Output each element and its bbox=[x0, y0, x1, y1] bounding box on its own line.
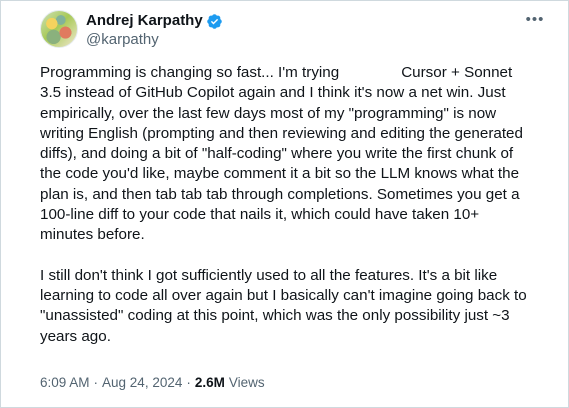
verified-badge-icon bbox=[206, 13, 222, 29]
tweet-line-text: Programming is changing so fast... I'm t… bbox=[40, 64, 340, 81]
tweet-line: 100-line diff to your code that nails it… bbox=[40, 206, 480, 224]
tweet-paragraph-1: Programming is changing so fast... I'm t… bbox=[40, 63, 540, 246]
tweet-line: plan is, and then tab tab tab through co… bbox=[40, 185, 520, 203]
tweet-card: Andrej Karpathy @karpathy ••• Programmin… bbox=[0, 0, 569, 408]
tweet-line: years ago. bbox=[40, 327, 111, 345]
tweet-line: the code you'd like, maybe comment it a … bbox=[40, 165, 520, 183]
tweet-date[interactable]: Aug 24, 2024 bbox=[102, 375, 182, 390]
tweet-text: Programming is changing so fast... I'm t… bbox=[40, 63, 540, 347]
tweet-header: Andrej Karpathy @karpathy bbox=[40, 10, 223, 49]
tweet-line: minutes before. bbox=[40, 226, 145, 244]
avatar[interactable] bbox=[40, 10, 78, 48]
tweet-line: empirically, over the last few days most… bbox=[40, 104, 497, 122]
tweet-paragraph-2: I still don't think I got sufficiently u… bbox=[40, 266, 540, 347]
author-display-name[interactable]: Andrej Karpathy bbox=[86, 12, 203, 30]
tweet-meta: 6:09 AM · Aug 24, 2024 · 2.6M Views bbox=[40, 375, 265, 390]
tweet-line: learning to code all over again but I ba… bbox=[40, 286, 527, 304]
tweet-line-text: Cursor + Sonnet bbox=[401, 64, 513, 81]
tweet-line: Programming is changing so fast... I'm t… bbox=[40, 63, 540, 83]
tweet-line: "unassisted" coding at this point, which… bbox=[40, 307, 510, 325]
author-handle[interactable]: @karpathy bbox=[86, 31, 223, 49]
views-count[interactable]: 2.6M bbox=[195, 375, 225, 390]
tweet-time[interactable]: 6:09 AM bbox=[40, 375, 90, 390]
tweet-line: I still don't think I got sufficiently u… bbox=[40, 266, 498, 284]
tweet-line: diffs), and doing a bit of "half-coding"… bbox=[40, 145, 514, 163]
tweet-line: 3.5 instead of GitHub Copilot again and … bbox=[40, 84, 506, 102]
tweet-line: writing English (prompting and then revi… bbox=[40, 124, 523, 142]
meta-separator: · bbox=[93, 375, 99, 390]
author-names: Andrej Karpathy @karpathy bbox=[86, 10, 223, 49]
views-label: Views bbox=[228, 375, 265, 390]
name-row: Andrej Karpathy bbox=[86, 12, 223, 30]
meta-separator: · bbox=[186, 375, 191, 390]
more-options-icon[interactable]: ••• bbox=[524, 10, 546, 28]
